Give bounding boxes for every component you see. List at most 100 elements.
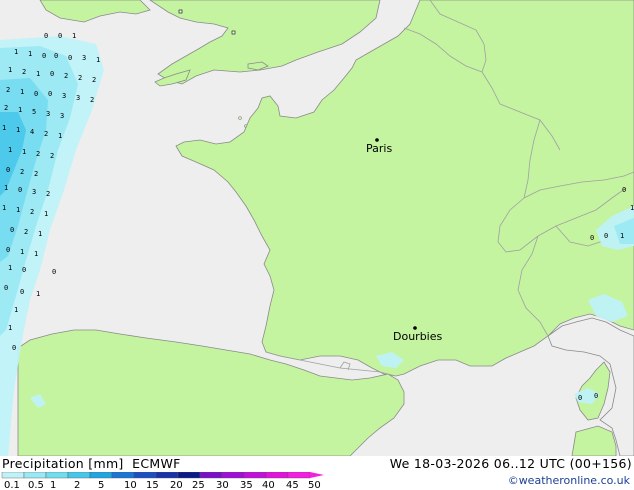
town-marker	[231, 30, 236, 35]
map-title: Precipitation [mm] ECMWF	[2, 456, 181, 471]
precip-value: 3	[32, 188, 36, 196]
precip-value: 0	[42, 52, 46, 60]
legend-swatch	[67, 472, 91, 479]
precip-value: 2	[50, 152, 54, 160]
precip-value: 2	[20, 168, 24, 176]
precip-value: 1	[2, 124, 6, 132]
precip-value: 1	[36, 70, 40, 78]
precip-value: 1	[630, 204, 634, 212]
precip-value: 1	[58, 132, 62, 140]
precip-value: 1	[16, 126, 20, 134]
legend-swatch	[1, 472, 25, 479]
color-legend: 0.1 0.5 1 2 5 10 15 20 25 30 35 40 45 50	[1, 472, 324, 490]
footer: Precipitation [mm] ECMWF We 18-03-2026 0…	[0, 456, 634, 490]
precip-value: 0	[622, 186, 626, 194]
legend-swatch	[243, 472, 267, 479]
precip-value: 1	[16, 206, 20, 214]
legend-tick-label: 15	[146, 480, 159, 490]
precip-value: 2	[92, 76, 96, 84]
precip-value: 0	[594, 392, 598, 400]
precip-value: 0	[54, 52, 58, 60]
precip-value: 0	[58, 32, 62, 40]
precip-value: 1	[18, 106, 22, 114]
legend-swatch	[155, 472, 179, 479]
precip-value: 1	[14, 48, 18, 56]
precip-value: 5	[32, 108, 36, 116]
legend-tick-label: 1	[50, 480, 56, 490]
city-label: Paris	[366, 142, 392, 155]
precip-value: 1	[20, 248, 24, 256]
precip-value: 0	[68, 54, 72, 62]
legend-tick-label: 35	[240, 480, 253, 490]
city-label: Dourbies	[393, 330, 443, 343]
validity-time: We 18-03-2026 06..12 UTC (00+156)	[389, 456, 632, 471]
legend-tick-label: 50	[308, 480, 321, 490]
credit-link[interactable]: ©weatheronline.co.uk	[508, 474, 630, 487]
precip-value: 0	[20, 288, 24, 296]
precip-value: 1	[8, 324, 12, 332]
precip-value: 3	[62, 92, 66, 100]
title-text: Precipitation [mm]	[2, 456, 124, 471]
precip-value: 1	[44, 210, 48, 218]
precip-value: 2	[78, 74, 82, 82]
precip-value: 1	[36, 290, 40, 298]
legend-swatch	[265, 472, 289, 479]
town-marker	[178, 9, 183, 14]
legend-tick-label: 40	[262, 480, 275, 490]
legend-tick-label: 25	[192, 480, 205, 490]
legend-swatch	[89, 472, 113, 479]
legend-tick-label: 0.5	[28, 480, 44, 490]
precip-value: 1	[8, 66, 12, 74]
precip-value: 0	[6, 246, 10, 254]
precip-value: 0	[10, 226, 14, 234]
legend-swatch	[45, 472, 69, 479]
precip-value: 1	[14, 306, 18, 314]
legend-swatch	[23, 472, 47, 479]
precip-value: 1	[22, 148, 26, 156]
legend-tick-label: 2	[74, 480, 80, 490]
legend-swatch	[287, 472, 311, 479]
precip-value: 4	[30, 128, 34, 136]
precip-value: 3	[82, 54, 86, 62]
model-name: ECMWF	[132, 456, 181, 471]
precip-value: 2	[90, 96, 94, 104]
precip-value: 2	[64, 72, 68, 80]
precip-value: 2	[30, 208, 34, 216]
precip-value: 0	[50, 70, 54, 78]
precip-value: 2	[44, 130, 48, 138]
precip-value: 3	[76, 94, 80, 102]
precip-value: 0	[12, 344, 16, 352]
precip-value: 1	[34, 250, 38, 258]
precip-value: 1	[620, 232, 624, 240]
precipitation-map: 0 0 11 1 0 0 0 3 11 2 1 0 2 2 22 1 0 0 3 3 22 1 5 3 31 1 4 2 11 1 2 20 2…	[0, 0, 634, 456]
precip-value: 2	[36, 150, 40, 158]
legend-swatch	[177, 472, 201, 479]
precip-value: 2	[24, 228, 28, 236]
precip-value: 0	[22, 266, 26, 274]
precip-value: 2	[6, 86, 10, 94]
precip-value: 0	[4, 284, 8, 292]
precip-value: 1	[72, 32, 76, 40]
precip-value: 1	[20, 88, 24, 96]
precip-value: 1	[8, 146, 12, 154]
legend-swatch	[221, 472, 245, 479]
legend-tick-label: 30	[216, 480, 229, 490]
precip-value: 2	[46, 190, 50, 198]
precip-value: 0	[34, 90, 38, 98]
precip-value: 3	[60, 112, 64, 120]
legend-arrow	[310, 472, 324, 478]
precip-value: 1	[38, 230, 42, 238]
legend-tick-label: 5	[98, 480, 104, 490]
precip-value: 2	[22, 68, 26, 76]
land-channel-island	[238, 116, 242, 120]
legend-tick-label: 10	[124, 480, 137, 490]
legend-tick-label: 45	[286, 480, 299, 490]
precip-value: 1	[4, 184, 8, 192]
legend-swatch	[111, 472, 135, 479]
precip-value: 0	[44, 32, 48, 40]
precip-value: 2	[4, 104, 8, 112]
precip-value: 1	[2, 204, 6, 212]
precip-value: 0	[578, 394, 582, 402]
precip-value: 0	[590, 234, 594, 242]
precip-value: 1	[28, 50, 32, 58]
